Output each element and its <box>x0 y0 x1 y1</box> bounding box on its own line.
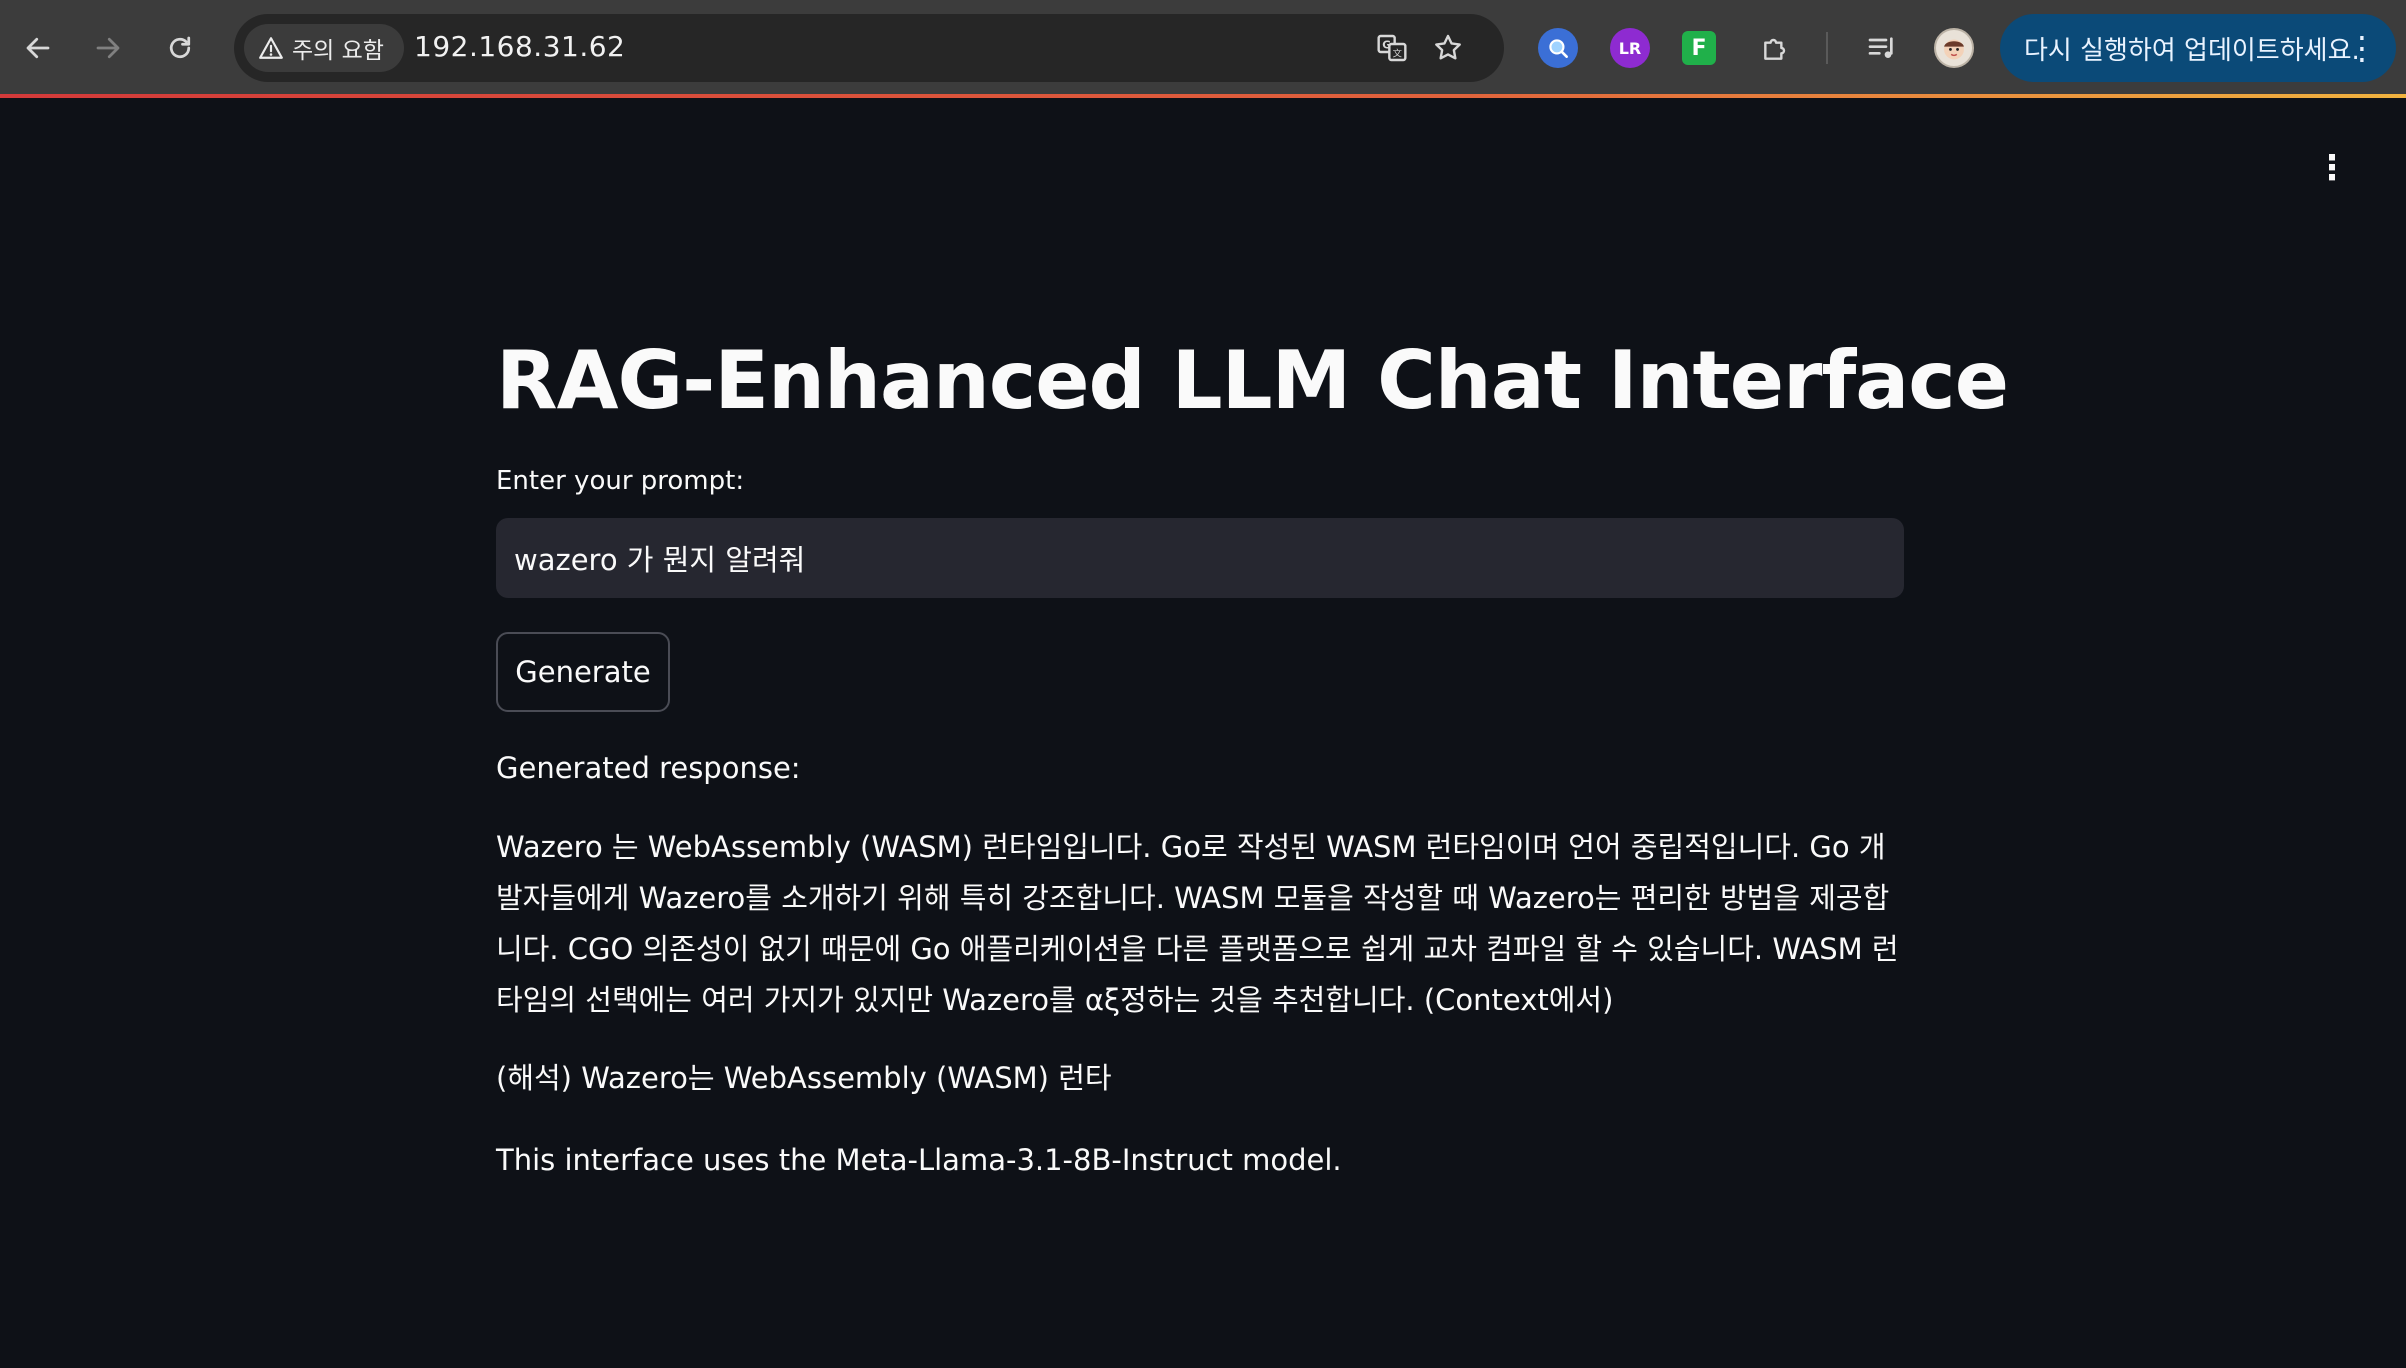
media-playlist-icon <box>1868 37 1893 58</box>
back-button[interactable] <box>14 24 62 72</box>
response-label: Generated response: <box>496 751 801 785</box>
lr-extension-icon[interactable]: LR <box>1610 28 1650 68</box>
kebab-menu-icon[interactable]: ⋮ <box>2346 24 2378 72</box>
browser-toolbar: 주의 요함 192.168.31.62 G 文 LR F 다시 실행하여 업데이… <box>0 0 2406 96</box>
extensions-button[interactable] <box>1756 28 1796 68</box>
arrow-right-icon <box>96 37 120 59</box>
arrow-left-icon <box>26 37 50 59</box>
app-menu-button[interactable]: ⋮ <box>2312 146 2352 190</box>
security-indicator[interactable]: 주의 요함 <box>244 24 404 72</box>
url-text[interactable]: 192.168.31.62 <box>414 30 625 63</box>
bookmark-button[interactable] <box>1428 28 1468 68</box>
address-bar[interactable]: 주의 요함 192.168.31.62 G 文 <box>234 14 1504 82</box>
update-button-label: 다시 실행하여 업데이트하세요. <box>2024 35 2360 66</box>
response-translation: (해석) Wazero는 WebAssembly (WASM) 런타 <box>496 1061 1112 1095</box>
page-title: RAG-Enhanced LLM Chat Interface <box>496 334 2009 427</box>
prompt-input[interactable] <box>496 518 1904 598</box>
f-extension-icon[interactable]: F <box>1682 31 1716 65</box>
puzzle-icon <box>1764 38 1786 60</box>
model-note: This interface uses the Meta-Llama-3.1-8… <box>496 1143 1342 1177</box>
forward-button[interactable] <box>84 24 132 72</box>
search-extension-icon[interactable] <box>1538 28 1578 68</box>
reading-list-button[interactable] <box>1862 28 1902 68</box>
page-accent-line <box>0 94 2406 98</box>
prompt-label: Enter your prompt: <box>496 466 745 496</box>
svg-text:文: 文 <box>1393 48 1402 60</box>
update-button[interactable]: 다시 실행하여 업데이트하세요. ⋮ <box>2000 14 2396 82</box>
generate-button[interactable]: Generate <box>496 632 670 712</box>
translate-icon: G 文 <box>1377 34 1407 62</box>
warning-triangle-icon <box>259 37 283 59</box>
reload-button[interactable] <box>156 24 204 72</box>
reload-icon <box>169 36 191 59</box>
toolbar-divider <box>1826 32 1828 64</box>
translate-button[interactable]: G 文 <box>1372 28 1412 68</box>
security-label: 주의 요함 <box>292 38 384 64</box>
avatar[interactable] <box>1934 28 1974 68</box>
star-icon <box>1435 34 1461 60</box>
main-content: RAG-Enhanced LLM Chat Interface Enter yo… <box>496 320 2009 1180</box>
kebab-menu-icon: ⋮ <box>2315 148 2349 188</box>
search-icon <box>1549 39 1568 58</box>
svg-text:G: G <box>1382 39 1391 52</box>
profile-avatar-icon <box>1944 39 1964 60</box>
response-text: Wazero 는 WebAssembly (WASM) 런타임입니다. Go로 … <box>496 830 1899 1017</box>
